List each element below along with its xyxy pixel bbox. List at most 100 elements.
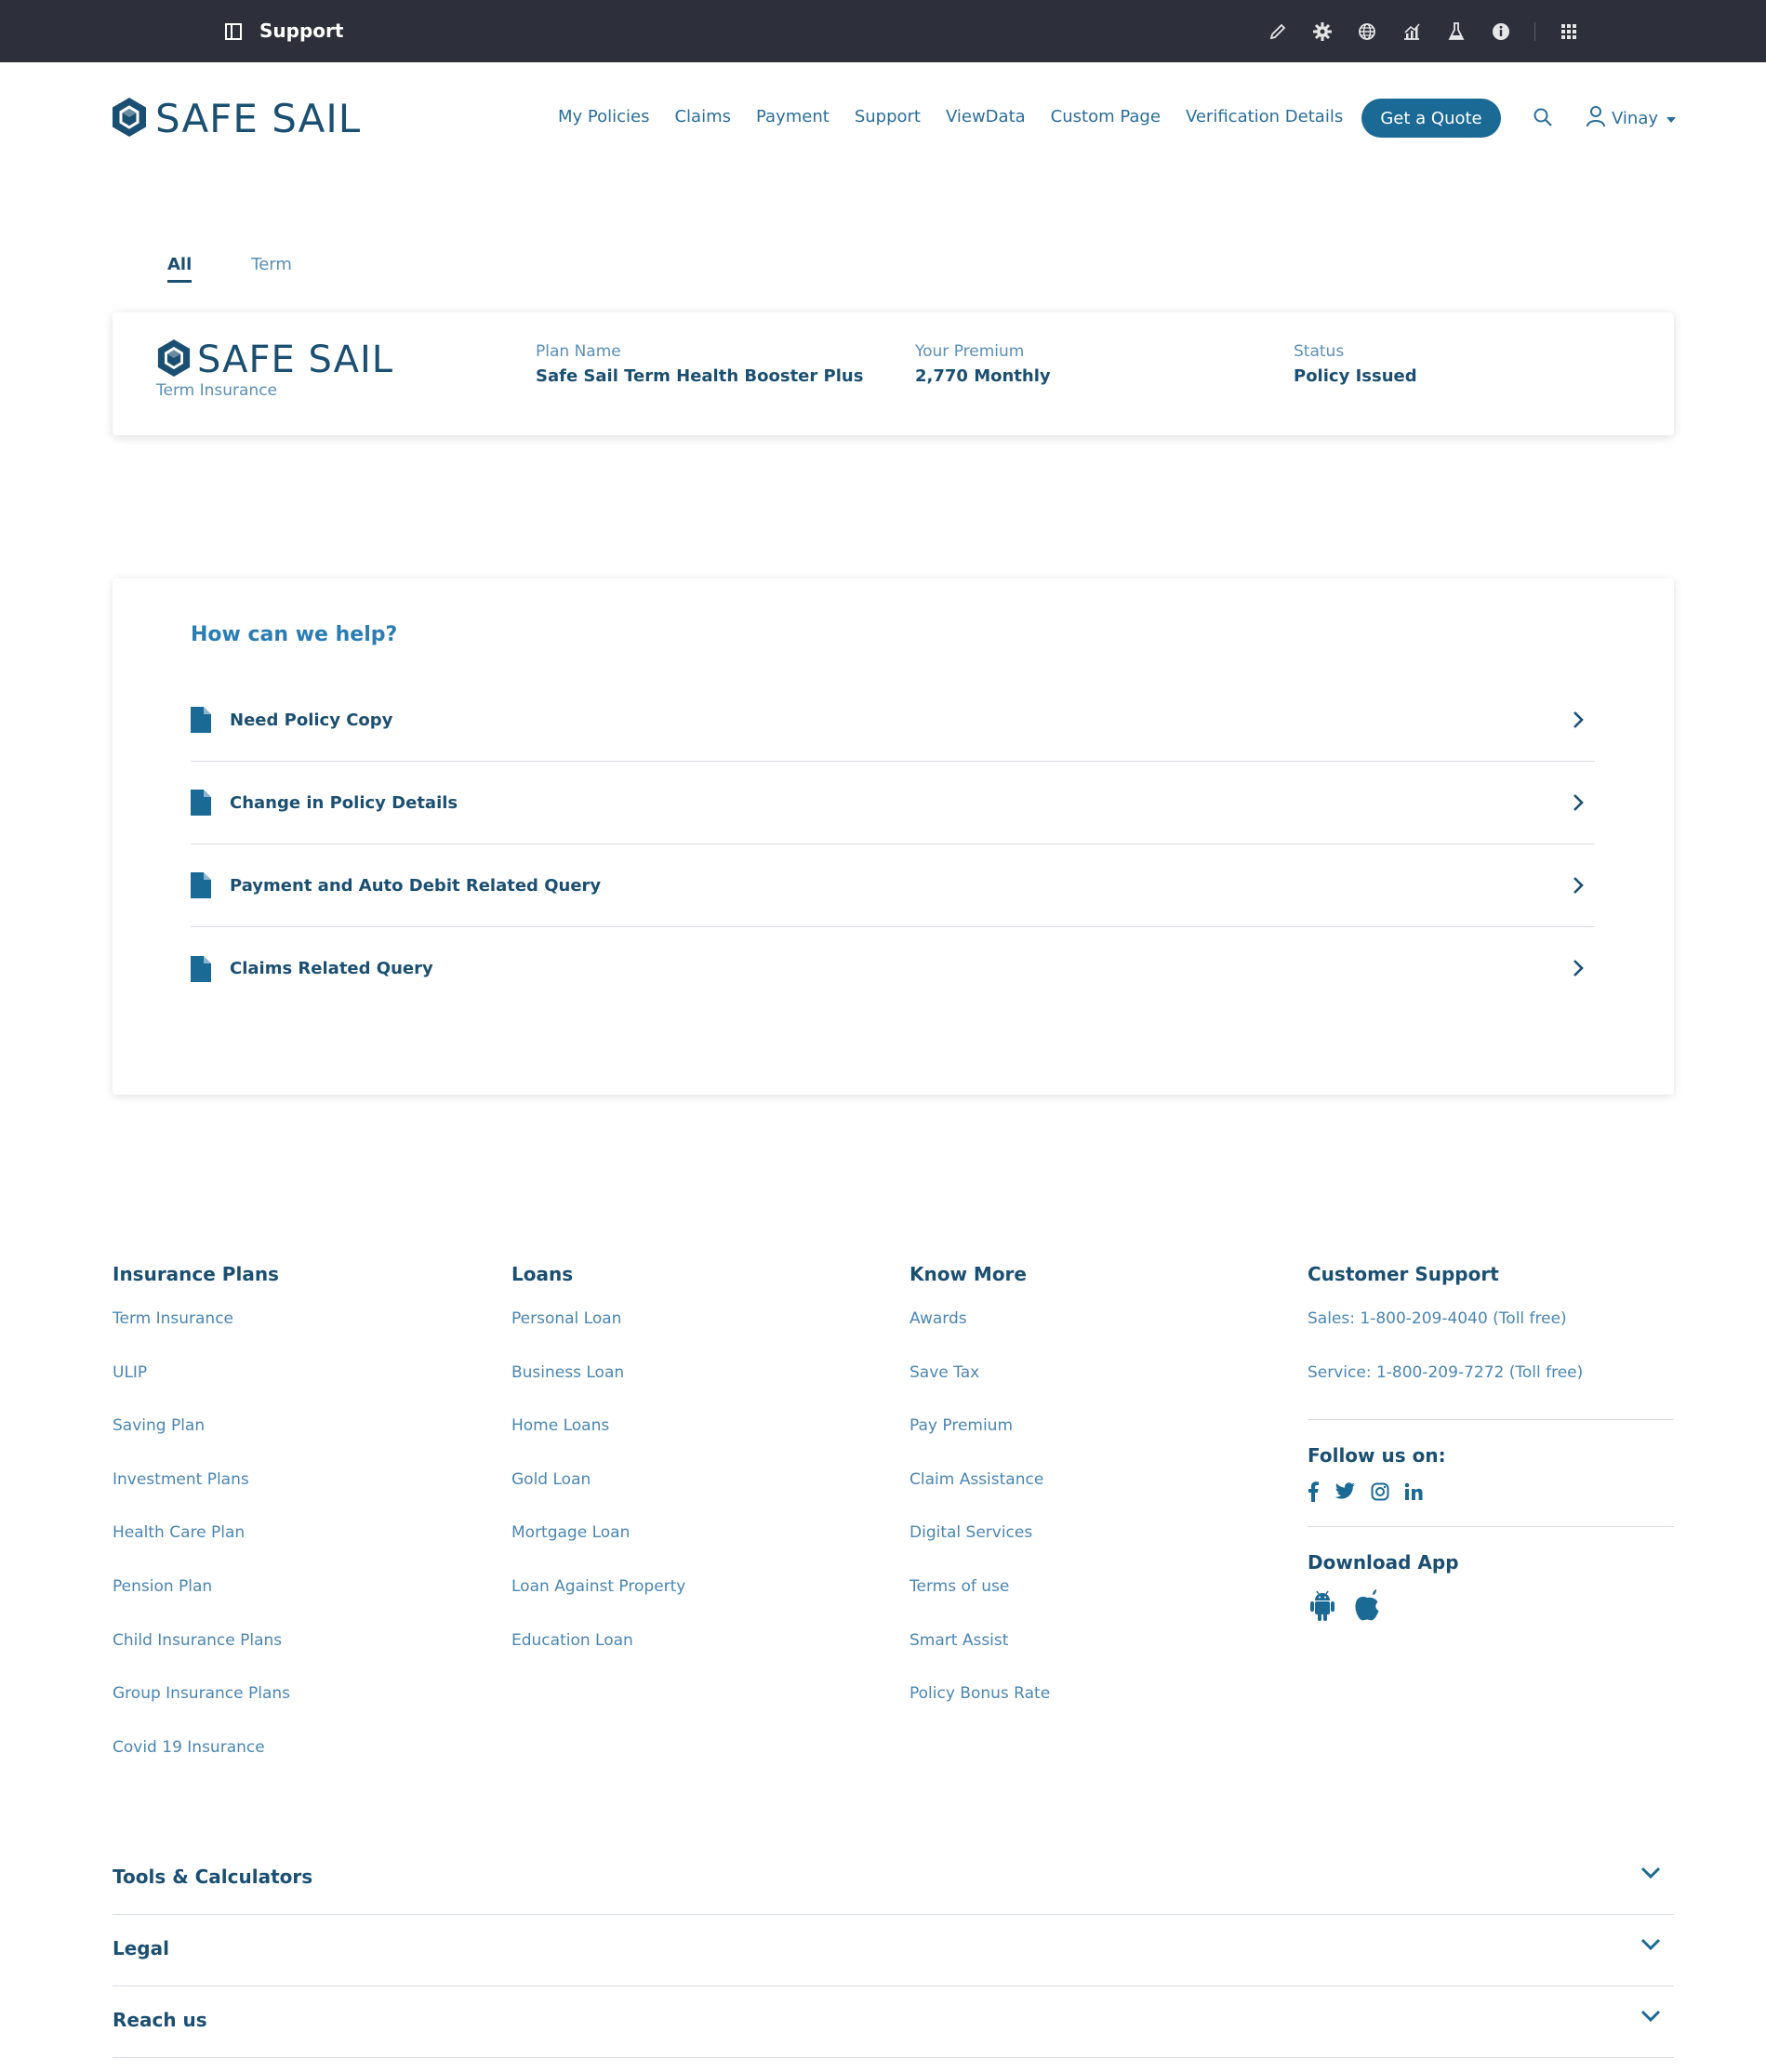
- help-item-claims-query[interactable]: Claims Related Query: [191, 927, 1595, 1010]
- android-icon[interactable]: [1308, 1588, 1337, 1626]
- accordion-legal[interactable]: Legal: [113, 1915, 1674, 1986]
- document-icon: [191, 707, 211, 733]
- footer-link-pay-premium[interactable]: Pay Premium: [910, 1416, 1050, 1470]
- top-toolbar: Support: [0, 0, 1766, 62]
- policy-tabs: All Term: [167, 255, 352, 283]
- nav-custom-page[interactable]: Custom Page: [1051, 107, 1161, 126]
- app-title: Support: [259, 20, 344, 42]
- footer-link-business-loan[interactable]: Business Loan: [511, 1363, 685, 1417]
- footer-link-child-insurance[interactable]: Child Insurance Plans: [113, 1631, 290, 1685]
- help-item-policy-details[interactable]: Change in Policy Details: [191, 762, 1595, 844]
- premium-value: 2,770 Monthly: [915, 366, 1051, 386]
- footer-link-health-care-plan[interactable]: Health Care Plan: [113, 1523, 290, 1577]
- nav-my-policies[interactable]: My Policies: [558, 107, 649, 126]
- footer-link-mortgage-loan[interactable]: Mortgage Loan: [511, 1523, 685, 1577]
- footer-link-personal-loan[interactable]: Personal Loan: [511, 1309, 685, 1363]
- accordion-tools-calculators[interactable]: Tools & Calculators: [113, 1843, 1674, 1915]
- footer-link-gold-loan[interactable]: Gold Loan: [511, 1470, 685, 1524]
- divider: [1308, 1526, 1674, 1527]
- accordion-reach-us[interactable]: Reach us: [113, 1986, 1674, 2058]
- nav-viewdata[interactable]: ViewData: [946, 107, 1026, 126]
- help-item-label: Change in Policy Details: [230, 792, 458, 813]
- footer-know-more: Know More Awards Save Tax Pay Premium Cl…: [910, 1263, 1050, 1738]
- follow-us-title: Follow us on:: [1308, 1444, 1446, 1467]
- plan-name-value: Safe Sail Term Health Booster Plus: [536, 366, 864, 386]
- nav-verification-details[interactable]: Verification Details: [1186, 107, 1343, 126]
- apps-grid-icon[interactable]: [1558, 20, 1580, 43]
- policy-card-logo: SAFE SAIL: [156, 339, 393, 381]
- help-item-payment-query[interactable]: Payment and Auto Debit Related Query: [191, 844, 1595, 927]
- accordion-label: Reach us: [113, 2009, 207, 2031]
- nav-support[interactable]: Support: [855, 107, 921, 126]
- tab-all[interactable]: All: [167, 255, 193, 283]
- twitter-icon[interactable]: [1334, 1482, 1356, 1501]
- help-list: Need Policy Copy Change in Policy Detail…: [191, 679, 1595, 1010]
- footer-link-loan-against-property[interactable]: Loan Against Property: [511, 1577, 685, 1631]
- chevron-right-icon: [1573, 876, 1584, 898]
- footer-link-term-insurance[interactable]: Term Insurance: [113, 1309, 290, 1363]
- chevron-down-icon: [1640, 1866, 1661, 1883]
- footer-column-title: Customer Support: [1308, 1263, 1499, 1285]
- chevron-right-icon: [1573, 793, 1584, 816]
- brand-logo[interactable]: SAFE SAIL: [111, 96, 361, 141]
- policy-card-brand: SAFE SAIL: [197, 339, 394, 381]
- chevron-down-icon: [1640, 2009, 1661, 2026]
- info-icon[interactable]: [1490, 20, 1512, 43]
- footer-link-awards[interactable]: Awards: [910, 1309, 1050, 1363]
- user-menu[interactable]: Vinay: [1586, 105, 1677, 132]
- footer-link-pension-plan[interactable]: Pension Plan: [113, 1577, 290, 1631]
- instagram-icon[interactable]: [1371, 1482, 1389, 1501]
- status-label: Status: [1294, 342, 1345, 361]
- nav-payment[interactable]: Payment: [756, 107, 830, 126]
- flask-icon[interactable]: [1445, 20, 1467, 43]
- divider: [1308, 1419, 1674, 1420]
- footer-link-terms-of-use[interactable]: Terms of use: [910, 1577, 1050, 1631]
- help-item-label: Need Policy Copy: [230, 710, 393, 730]
- main-nav: My Policies Claims Payment Support ViewD…: [558, 107, 1368, 126]
- tab-term[interactable]: Term: [251, 255, 292, 283]
- document-icon: [191, 955, 211, 982]
- user-name: Vinay: [1612, 109, 1659, 128]
- footer-column-title: Loans: [511, 1263, 574, 1285]
- footer-link-save-tax[interactable]: Save Tax: [910, 1363, 1050, 1417]
- footer-link-claim-assistance[interactable]: Claim Assistance: [910, 1470, 1050, 1524]
- footer-link-group-insurance[interactable]: Group Insurance Plans: [113, 1684, 290, 1738]
- facebook-icon[interactable]: [1308, 1481, 1319, 1502]
- service-phone-link[interactable]: Service: 1-800-209-7272 (Toll free): [1308, 1363, 1674, 1417]
- footer-link-covid-insurance[interactable]: Covid 19 Insurance: [113, 1738, 290, 1792]
- user-icon: [1586, 105, 1606, 132]
- gear-icon[interactable]: [1311, 20, 1334, 43]
- nav-claims[interactable]: Claims: [674, 107, 731, 126]
- app-store-links: [1308, 1588, 1674, 1626]
- globe-icon[interactable]: [1356, 20, 1378, 43]
- footer-link-saving-plan[interactable]: Saving Plan: [113, 1416, 290, 1470]
- download-app-title: Download App: [1308, 1551, 1459, 1574]
- footer-link-ulip[interactable]: ULIP: [113, 1363, 290, 1417]
- hexagon-logo-icon: [111, 97, 148, 141]
- document-icon: [191, 790, 211, 816]
- get-quote-button[interactable]: Get a Quote: [1361, 99, 1501, 138]
- sales-phone-link[interactable]: Sales: 1-800-209-4040 (Toll free): [1308, 1309, 1674, 1363]
- help-item-policy-copy[interactable]: Need Policy Copy: [191, 679, 1595, 762]
- accordion-label: Tools & Calculators: [113, 1866, 313, 1888]
- toolbar-divider: [1534, 22, 1535, 41]
- footer-link-smart-assist[interactable]: Smart Assist: [910, 1631, 1050, 1685]
- linkedin-icon[interactable]: [1404, 1482, 1423, 1501]
- policy-card[interactable]: SAFE SAIL Term Insurance Plan Name Safe …: [113, 312, 1674, 435]
- footer-accordions: Tools & Calculators Legal Reach us: [113, 1843, 1674, 2058]
- search-icon[interactable]: [1533, 107, 1553, 131]
- footer-column-title: Insurance Plans: [113, 1263, 279, 1285]
- footer-customer-support: Customer Support Sales: 1-800-209-4040 (…: [1308, 1263, 1674, 1626]
- footer-link-investment-plans[interactable]: Investment Plans: [113, 1470, 290, 1524]
- footer-link-home-loans[interactable]: Home Loans: [511, 1416, 685, 1470]
- footer-link-policy-bonus-rate[interactable]: Policy Bonus Rate: [910, 1684, 1050, 1738]
- chart-icon[interactable]: [1401, 20, 1423, 43]
- footer-loans: Loans Personal Loan Business Loan Home L…: [511, 1263, 685, 1684]
- help-item-label: Claims Related Query: [230, 959, 433, 978]
- footer-link-education-loan[interactable]: Education Loan: [511, 1631, 685, 1685]
- chevron-right-icon: [1573, 959, 1584, 981]
- footer-link-digital-services[interactable]: Digital Services: [910, 1523, 1050, 1577]
- pencil-icon[interactable]: [1267, 20, 1289, 43]
- apple-icon[interactable]: [1352, 1588, 1382, 1626]
- sidebar-toggle-icon[interactable]: [224, 22, 243, 41]
